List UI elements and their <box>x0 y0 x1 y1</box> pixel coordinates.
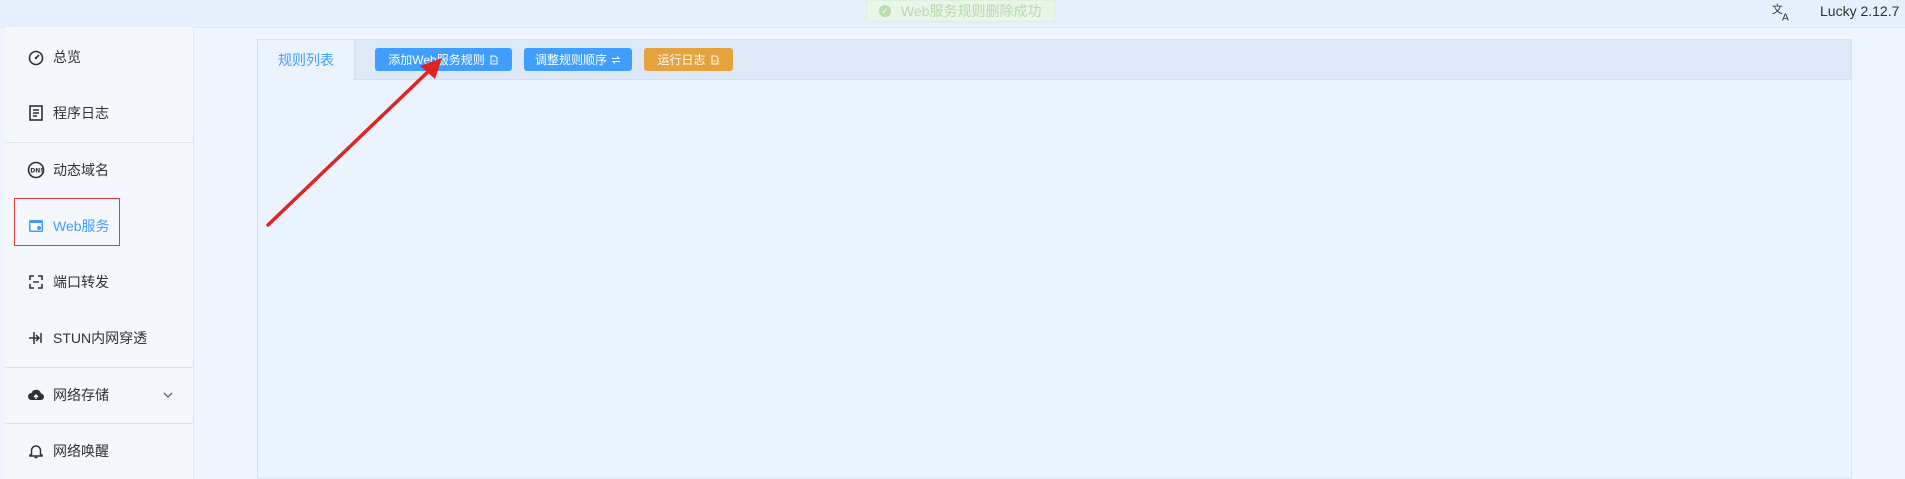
add-web-rule-label: 添加Web服务规则 <box>388 53 485 67</box>
sidebar-item-ddns[interactable]: DNS 动态域名 <box>5 142 193 198</box>
rules-panel: 规则列表 添加Web服务规则 调整规则顺序 运行日志 <box>257 39 1852 479</box>
sidebar-item-label: 端口转发 <box>53 274 109 290</box>
svg-text:DNS: DNS <box>30 168 44 175</box>
tab-header: 规则列表 添加Web服务规则 调整规则顺序 运行日志 <box>258 40 1851 80</box>
sidebar-item-network-storage[interactable]: 网络存储 <box>5 367 193 423</box>
cloud-upload-icon <box>28 389 45 401</box>
document-icon <box>490 55 498 64</box>
add-web-rule-button[interactable]: 添加Web服务规则 <box>375 48 512 71</box>
sidebar-item-port-forward[interactable]: 端口转发 <box>5 254 193 310</box>
dns-icon: DNS <box>27 161 45 179</box>
port-forward-icon <box>29 275 43 289</box>
chevron-down-icon[interactable] <box>162 390 174 400</box>
svg-text:A: A <box>1782 12 1789 23</box>
sidebar-item-label: STUN内网穿透 <box>53 330 148 346</box>
success-toast: ✓ Web服务规则删除成功 <box>866 0 1055 22</box>
sidebar-item-overview[interactable]: 总览 <box>5 29 193 85</box>
swap-icon <box>611 55 621 64</box>
sidebar-item-label: 动态域名 <box>53 162 109 178</box>
document-icon <box>711 55 718 64</box>
sidebar-item-wake-on-lan[interactable]: 网络唤醒 <box>5 423 193 479</box>
sidebar-item-program-log[interactable]: 程序日志 <box>5 85 193 141</box>
sidebar-item-label: 程序日志 <box>53 105 109 121</box>
run-log-button[interactable]: 运行日志 <box>644 48 733 71</box>
sidebar-item-label: 网络存储 <box>53 387 109 403</box>
sidebar-item-label: 网络唤醒 <box>53 443 109 459</box>
check-circle-icon: ✓ <box>879 5 891 17</box>
sidebar: 总览 程序日志 DNS 动态域名 Web服务 端口转发 STUN内网穿透 网络存… <box>5 27 194 479</box>
sidebar-item-label: 总览 <box>53 49 81 65</box>
run-log-label: 运行日志 <box>657 53 706 67</box>
annotation-highlight-box <box>14 198 120 246</box>
dashboard-icon <box>28 50 44 66</box>
app-version: Lucky 2.12.7 <box>1820 3 1900 19</box>
tab-rule-list[interactable]: 规则列表 <box>258 40 355 80</box>
toast-message: Web服务规则删除成功 <box>901 3 1042 19</box>
top-bar: ✓ Web服务规则删除成功 文 A Lucky 2.12.7 <box>0 0 1905 28</box>
adjust-rule-order-button[interactable]: 调整规则顺序 <box>524 48 632 71</box>
translate-icon[interactable]: 文 A <box>1771 1 1793 23</box>
sidebar-item-stun[interactable]: STUN内网穿透 <box>5 310 193 366</box>
log-icon <box>29 105 43 121</box>
bell-icon <box>29 445 43 459</box>
adjust-rule-order-label: 调整规则顺序 <box>534 53 607 67</box>
stun-icon <box>29 332 42 344</box>
